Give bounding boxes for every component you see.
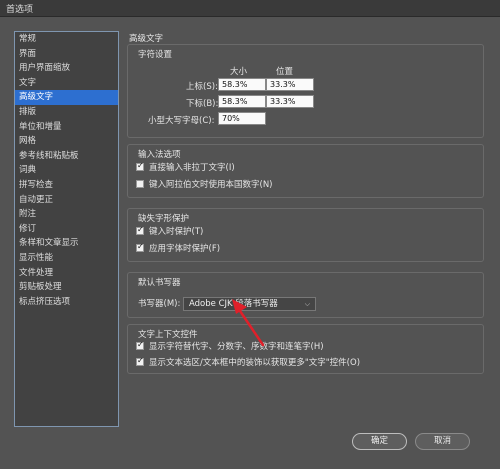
superscript-size-input[interactable]: 58.3% [218, 78, 266, 91]
sidebar-item-file-handling[interactable]: 文件处理 [15, 266, 118, 281]
sidebar-item-guides[interactable]: 参考线和粘贴板 [15, 149, 118, 164]
composer-select[interactable]: Adobe CJK 段落书写器 ⌵ [183, 297, 316, 311]
title-bar: 首选项 [0, 0, 500, 17]
composer-select-value: Adobe CJK 段落书写器 [189, 299, 278, 309]
missing-glyph-title: 缺失字形保护 [138, 214, 190, 224]
sidebar-item-track-changes[interactable]: 修订 [15, 222, 118, 237]
arabic-digits-label: 键入阿拉伯文时使用本国数字(N) [149, 180, 273, 190]
show-alternates-option[interactable]: 显示字符替代字、分数字、序数字和连笔字(H) [136, 340, 324, 352]
input-options-title: 输入法选项 [138, 150, 181, 160]
ok-button[interactable]: 确定 [352, 433, 407, 450]
smallcaps-label: 小型大写字母(C): [148, 116, 215, 126]
sidebar-item-autocorrect[interactable]: 自动更正 [15, 193, 118, 208]
window-title: 首选项 [6, 5, 34, 15]
size-column-header: 大小 [230, 67, 248, 77]
input-options-group: 输入法选项 直接输入非拉丁文字(I) 键入阿拉伯文时使用本国数字(N) [127, 144, 484, 198]
protect-font-option[interactable]: 应用字体时保护(F) [136, 242, 220, 254]
protect-typing-label: 键入时保护(T) [149, 227, 204, 237]
chevron-down-icon: ⌵ [304, 300, 310, 308]
inline-input-option[interactable]: 直接输入非拉丁文字(I) [136, 161, 235, 173]
sidebar-item-composition[interactable]: 排版 [15, 105, 118, 120]
show-alternates-checkbox[interactable] [136, 340, 144, 350]
show-more-label: 显示文本选区/文本框中的装饰以获取更多"文字"控件(O) [149, 358, 361, 368]
sidebar-item-general[interactable]: 常规 [15, 32, 118, 47]
page-title: 高级文字 [129, 34, 164, 44]
sidebar-item-ui-scaling[interactable]: 用户界面缩放 [15, 61, 118, 76]
sidebar-item-notes[interactable]: 附注 [15, 207, 118, 222]
sidebar-item-interface[interactable]: 界面 [15, 47, 118, 62]
sidebar-item-clipboard[interactable]: 剪贴板处理 [15, 280, 118, 295]
inline-input-checkbox[interactable] [136, 161, 144, 171]
context-controls-group: 文字上下文控件 显示字符替代字、分数字、序数字和连笔字(H) 显示文本选区/文本… [127, 324, 484, 374]
smallcaps-input[interactable]: 70% [218, 112, 266, 125]
protect-font-checkbox[interactable] [136, 242, 144, 252]
composer-title: 默认书写器 [138, 278, 181, 288]
sidebar-item-advanced-type[interactable]: 高级文字 [15, 90, 118, 105]
char-settings-group: 字符设置 大小 位置 上标(S): 58.3% 33.3% 下标(B): 58.… [127, 44, 484, 138]
position-column-header: 位置 [276, 67, 294, 77]
subscript-position-input[interactable]: 33.3% [266, 95, 314, 108]
subscript-label: 下标(B): [186, 99, 219, 109]
inline-input-label: 直接输入非拉丁文字(I) [149, 163, 235, 173]
char-settings-title: 字符设置 [138, 50, 173, 60]
composer-label: 书写器(M): [138, 299, 181, 309]
cancel-button[interactable]: 取消 [415, 433, 470, 450]
sidebar-item-grids[interactable]: 网格 [15, 134, 118, 149]
sidebar-item-display-performance[interactable]: 显示性能 [15, 251, 118, 266]
protect-typing-checkbox[interactable] [136, 225, 144, 235]
sidebar-item-story-editor[interactable]: 条样和文章显示 [15, 236, 118, 251]
show-alternates-label: 显示字符替代字、分数字、序数字和连笔字(H) [149, 342, 324, 352]
arabic-digits-checkbox[interactable] [136, 180, 144, 188]
arabic-digits-option[interactable]: 键入阿拉伯文时使用本国数字(N) [136, 178, 273, 190]
sidebar-item-units[interactable]: 单位和增量 [15, 120, 118, 135]
superscript-position-input[interactable]: 33.3% [266, 78, 314, 91]
composer-group: 默认书写器 书写器(M): Adobe CJK 段落书写器 ⌵ [127, 272, 484, 318]
sidebar-item-spelling[interactable]: 拼写检查 [15, 178, 118, 193]
protect-font-label: 应用字体时保护(F) [149, 244, 221, 254]
protect-typing-option[interactable]: 键入时保护(T) [136, 225, 203, 237]
missing-glyph-group: 缺失字形保护 键入时保护(T) 应用字体时保护(F) [127, 208, 484, 262]
sidebar-item-mojikumi[interactable]: 标点挤压选项 [15, 295, 118, 310]
superscript-label: 上标(S): [186, 82, 218, 92]
category-list[interactable]: 常规 界面 用户界面缩放 文字 高级文字 排版 单位和增量 网格 参考线和粘贴板… [14, 31, 119, 427]
show-more-checkbox[interactable] [136, 356, 144, 366]
show-more-option[interactable]: 显示文本选区/文本框中的装饰以获取更多"文字"控件(O) [136, 356, 360, 368]
sidebar-item-type[interactable]: 文字 [15, 76, 118, 91]
subscript-size-input[interactable]: 58.3% [218, 95, 266, 108]
context-controls-title: 文字上下文控件 [138, 330, 198, 340]
sidebar-item-dictionary[interactable]: 词典 [15, 163, 118, 178]
